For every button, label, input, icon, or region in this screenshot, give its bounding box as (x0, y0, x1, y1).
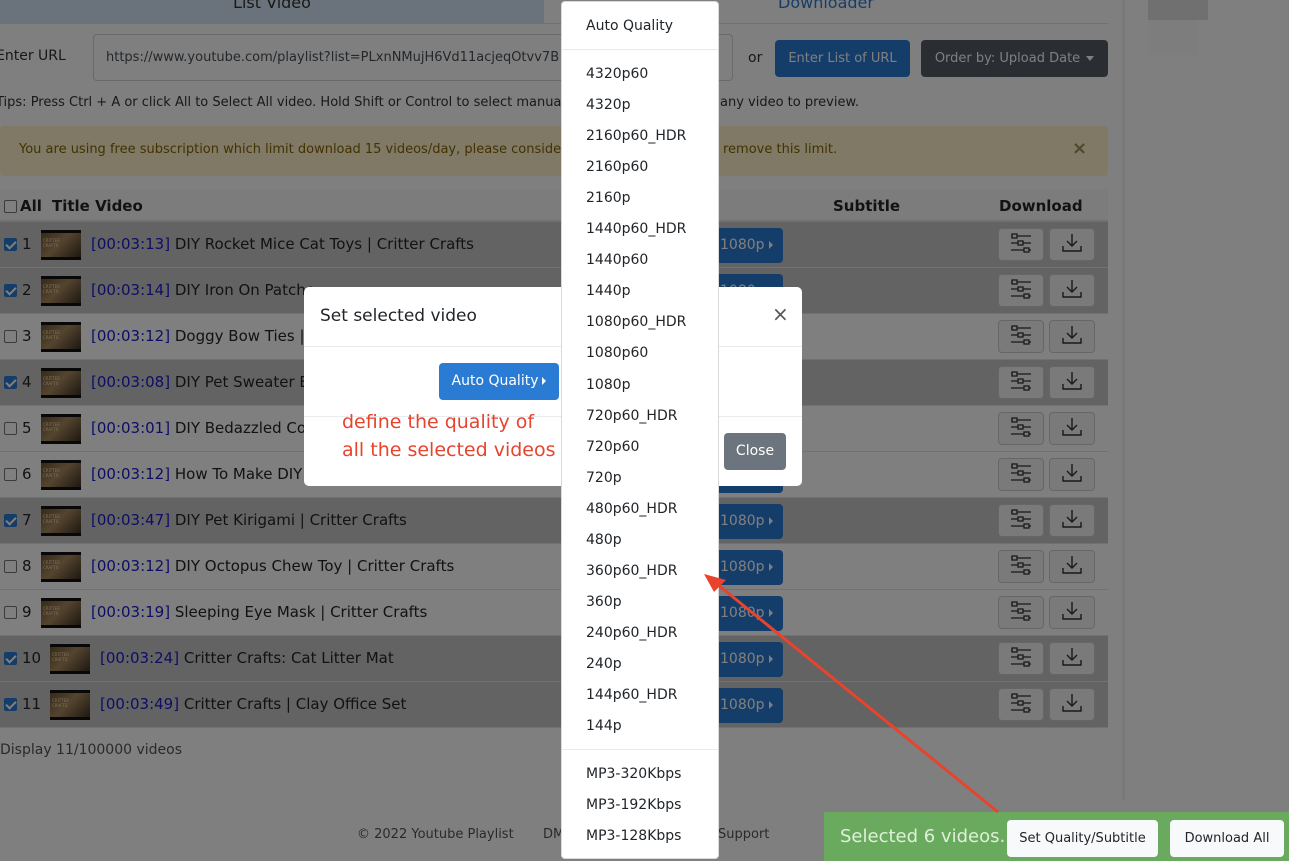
dropdown-item-audio[interactable]: MP3-320Kbps (562, 766, 718, 782)
annotation-line: define the quality of (342, 411, 535, 433)
dropdown-item-quality[interactable]: 4320p (562, 97, 718, 113)
auto-quality-button[interactable]: Auto Quality (439, 363, 559, 400)
dropdown-item-quality[interactable]: 480p60_HDR (562, 501, 718, 517)
dropdown-item-quality[interactable]: 144p (562, 718, 718, 734)
selection-bar: Selected 6 videos. Set Quality/Subtitle … (824, 812, 1289, 861)
dropdown-item-quality[interactable]: 240p60_HDR (562, 625, 718, 641)
dropdown-item-quality[interactable]: 720p (562, 470, 718, 486)
set-quality-subtitle-button[interactable]: Set Quality/Subtitle (1007, 820, 1158, 857)
dropdown-item-quality[interactable]: 144p60_HDR (562, 687, 718, 703)
annotation-text: define the quality of all the selected v… (342, 408, 556, 464)
dropdown-item-quality[interactable]: 1080p (562, 377, 718, 393)
dropdown-divider (562, 49, 718, 50)
dropdown-item-quality[interactable]: 480p (562, 532, 718, 548)
modal-title: Set selected video (320, 306, 477, 326)
modal-header: Set selected video × (304, 287, 802, 347)
dropdown-item-quality[interactable]: 720p60_HDR (562, 408, 718, 424)
dropdown-item-quality[interactable]: 360p (562, 594, 718, 610)
dropdown-item-quality[interactable]: 1440p (562, 283, 718, 299)
close-button[interactable]: Close (724, 433, 786, 470)
dropdown-item-quality[interactable]: 240p (562, 656, 718, 672)
dropdown-item-quality[interactable]: 1440p60_HDR (562, 221, 718, 237)
dropdown-item-quality[interactable]: 1440p60 (562, 252, 718, 268)
dropdown-item-quality[interactable]: 360p60_HDR (562, 563, 718, 579)
dropdown-item-quality[interactable]: 1080p60 (562, 345, 718, 361)
quality-dropdown-menu: Auto Quality 4320p60 4320p 2160p60_HDR 2160… (561, 1, 719, 859)
dropdown-item-quality[interactable]: 2160p60 (562, 159, 718, 175)
auto-quality-label: Auto Quality (451, 373, 539, 389)
dropdown-item-audio[interactable]: MP3-128Kbps (562, 828, 718, 844)
dropdown-item-quality[interactable]: 4320p60 (562, 66, 718, 82)
selected-count-text: Selected 6 videos. (840, 826, 1006, 847)
caret-right-icon (542, 377, 547, 385)
set-selected-video-modal: Set selected video × Auto Quality Close … (304, 287, 802, 486)
dropdown-item-auto-quality[interactable]: Auto Quality (562, 18, 718, 34)
close-icon[interactable]: × (772, 302, 789, 326)
dropdown-divider (562, 749, 718, 750)
download-all-button[interactable]: Download All (1170, 820, 1284, 857)
dropdown-item-audio[interactable]: MP3-192Kbps (562, 797, 718, 813)
annotation-line: all the selected videos (342, 439, 556, 461)
dropdown-item-quality[interactable]: 2160p (562, 190, 718, 206)
dropdown-item-quality[interactable]: 1080p60_HDR (562, 314, 718, 330)
dropdown-item-quality[interactable]: 720p60 (562, 439, 718, 455)
dropdown-item-quality[interactable]: 2160p60_HDR (562, 128, 718, 144)
